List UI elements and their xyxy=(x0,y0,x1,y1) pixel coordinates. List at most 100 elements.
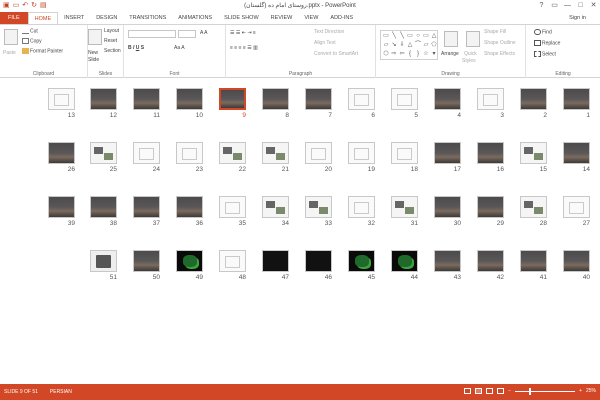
select-button[interactable]: Select xyxy=(534,51,556,57)
align-text-button[interactable]: Align Text xyxy=(314,40,336,46)
new-slide-icon[interactable] xyxy=(88,29,102,45)
quick-styles-icon[interactable] xyxy=(466,31,480,47)
slide-thumbnail[interactable] xyxy=(520,142,547,164)
slide-thumbnail[interactable] xyxy=(48,142,75,164)
slide-thumbnail[interactable] xyxy=(48,88,75,110)
sign-in-link[interactable]: Sign in xyxy=(569,15,586,21)
slide-thumbnail[interactable] xyxy=(48,196,75,218)
normal-view-icon[interactable] xyxy=(464,388,472,394)
slide-thumbnail[interactable] xyxy=(563,196,590,218)
slide-thumbnail[interactable] xyxy=(563,142,590,164)
slide-thumbnail[interactable] xyxy=(391,250,418,272)
help-icon[interactable]: ? xyxy=(535,0,548,11)
slide-thumbnail[interactable] xyxy=(90,196,117,218)
slide-thumbnail[interactable] xyxy=(90,88,117,110)
tab-home[interactable]: HOME xyxy=(27,11,59,25)
font-color-icon[interactable]: Aa A xyxy=(174,45,185,51)
text-direction-button[interactable]: Text Direction xyxy=(314,29,344,35)
zoom-slider-thumb[interactable] xyxy=(529,387,532,395)
slide-thumbnail[interactable] xyxy=(477,250,504,272)
slide-thumbnail[interactable] xyxy=(434,88,461,110)
slide-thumbnail[interactable] xyxy=(90,142,117,164)
slide-thumbnail[interactable] xyxy=(262,250,289,272)
shape-fill-button[interactable]: Shape Fill xyxy=(484,29,506,35)
new-slide-button[interactable]: New xyxy=(88,50,98,56)
tab-design[interactable]: DESIGN xyxy=(90,12,123,24)
section-button[interactable]: Section xyxy=(104,48,121,54)
slide-thumbnail[interactable] xyxy=(262,142,289,164)
slide-thumbnail[interactable] xyxy=(391,88,418,110)
slide-thumbnail[interactable] xyxy=(477,88,504,110)
slide-thumbnail[interactable] xyxy=(219,250,246,272)
slide-thumbnail[interactable] xyxy=(219,142,246,164)
slide-thumbnail[interactable] xyxy=(176,88,203,110)
quick-styles-button[interactable]: Quick xyxy=(464,51,477,57)
slide-thumbnail[interactable] xyxy=(348,196,375,218)
slide-thumbnail[interactable] xyxy=(563,250,590,272)
language-label[interactable]: PERSIAN xyxy=(38,389,72,395)
slide-thumbnail[interactable] xyxy=(434,250,461,272)
tab-transitions[interactable]: TRANSITIONS xyxy=(123,12,172,24)
save-icon[interactable]: ▭ xyxy=(13,1,20,11)
layout-button[interactable]: Layout xyxy=(104,28,119,34)
find-button[interactable]: Find xyxy=(534,29,552,35)
zoom-slider[interactable] xyxy=(515,387,576,395)
format-painter-button[interactable]: Format Painter xyxy=(22,48,63,54)
slide-thumbnail[interactable] xyxy=(434,142,461,164)
reset-button[interactable]: Reset xyxy=(104,38,117,44)
quick-styles-button-line2[interactable]: Styles xyxy=(462,58,476,64)
present-icon[interactable]: ▤ xyxy=(40,1,47,11)
slide-thumbnail[interactable] xyxy=(348,250,375,272)
slide-thumbnail[interactable] xyxy=(133,250,160,272)
slide-thumbnail[interactable] xyxy=(305,142,332,164)
tab-slide-show[interactable]: SLIDE SHOW xyxy=(218,12,265,24)
tab-view[interactable]: VIEW xyxy=(298,12,324,24)
shape-effects-button[interactable]: Shape Effects xyxy=(484,51,515,57)
slide-thumbnail[interactable] xyxy=(563,88,590,110)
slide-thumbnail[interactable] xyxy=(520,250,547,272)
new-slide-button-line2[interactable]: Slide xyxy=(88,57,99,63)
grow-font-icon[interactable]: A A xyxy=(200,30,208,36)
tab-review[interactable]: REVIEW xyxy=(265,12,299,24)
slide-thumbnail[interactable] xyxy=(176,142,203,164)
ribbon-display-icon[interactable]: ▭ xyxy=(548,0,561,11)
slide-thumbnail[interactable] xyxy=(133,142,160,164)
tab-insert[interactable]: INSERT xyxy=(58,12,90,24)
slide-thumbnail[interactable] xyxy=(348,88,375,110)
slide-thumbnail[interactable] xyxy=(262,196,289,218)
bold-icon[interactable]: B I U S xyxy=(128,45,144,51)
zoom-in-button[interactable]: + xyxy=(579,388,582,394)
slide-thumbnail[interactable] xyxy=(262,88,289,110)
font-name-input[interactable] xyxy=(128,30,176,38)
slide-thumbnail[interactable] xyxy=(176,250,203,272)
minimize-button[interactable]: — xyxy=(561,0,574,11)
slide-thumbnail[interactable] xyxy=(219,196,246,218)
slide-thumbnail[interactable] xyxy=(391,196,418,218)
shape-outline-button[interactable]: Shape Outline xyxy=(484,40,516,46)
zoom-out-button[interactable]: − xyxy=(508,388,511,394)
slide-thumbnail[interactable] xyxy=(305,196,332,218)
slide-thumbnail[interactable] xyxy=(520,88,547,110)
slide-sorter-view-icon[interactable] xyxy=(475,388,483,394)
tab-add-ins[interactable]: ADD-INS xyxy=(324,12,359,24)
slide-thumbnail[interactable] xyxy=(176,196,203,218)
tab-animations[interactable]: ANIMATIONS xyxy=(172,12,218,24)
slide-thumbnail[interactable] xyxy=(133,88,160,110)
cut-button[interactable]: Cut xyxy=(22,28,38,34)
replace-button[interactable]: Replace xyxy=(534,40,560,46)
slideshow-view-icon[interactable] xyxy=(497,388,505,394)
bullets-icon[interactable]: ☰ ☰ ⇤ ⇥ ≡ xyxy=(230,30,256,36)
slide-thumbnail[interactable] xyxy=(434,196,461,218)
arrange-icon[interactable] xyxy=(444,31,458,47)
slide-thumbnail[interactable] xyxy=(391,142,418,164)
redo-icon[interactable]: ↻ xyxy=(31,1,37,11)
paste-button[interactable]: Paste xyxy=(3,50,16,56)
slide-thumbnail[interactable] xyxy=(477,196,504,218)
slide-thumbnail[interactable] xyxy=(90,250,117,272)
slide-thumbnail[interactable] xyxy=(133,196,160,218)
paste-icon[interactable] xyxy=(4,29,18,45)
slide-thumbnail[interactable] xyxy=(348,142,375,164)
font-size-input[interactable] xyxy=(178,30,196,38)
close-button[interactable]: ✕ xyxy=(587,0,600,11)
arrange-button[interactable]: Arrange xyxy=(441,51,459,57)
